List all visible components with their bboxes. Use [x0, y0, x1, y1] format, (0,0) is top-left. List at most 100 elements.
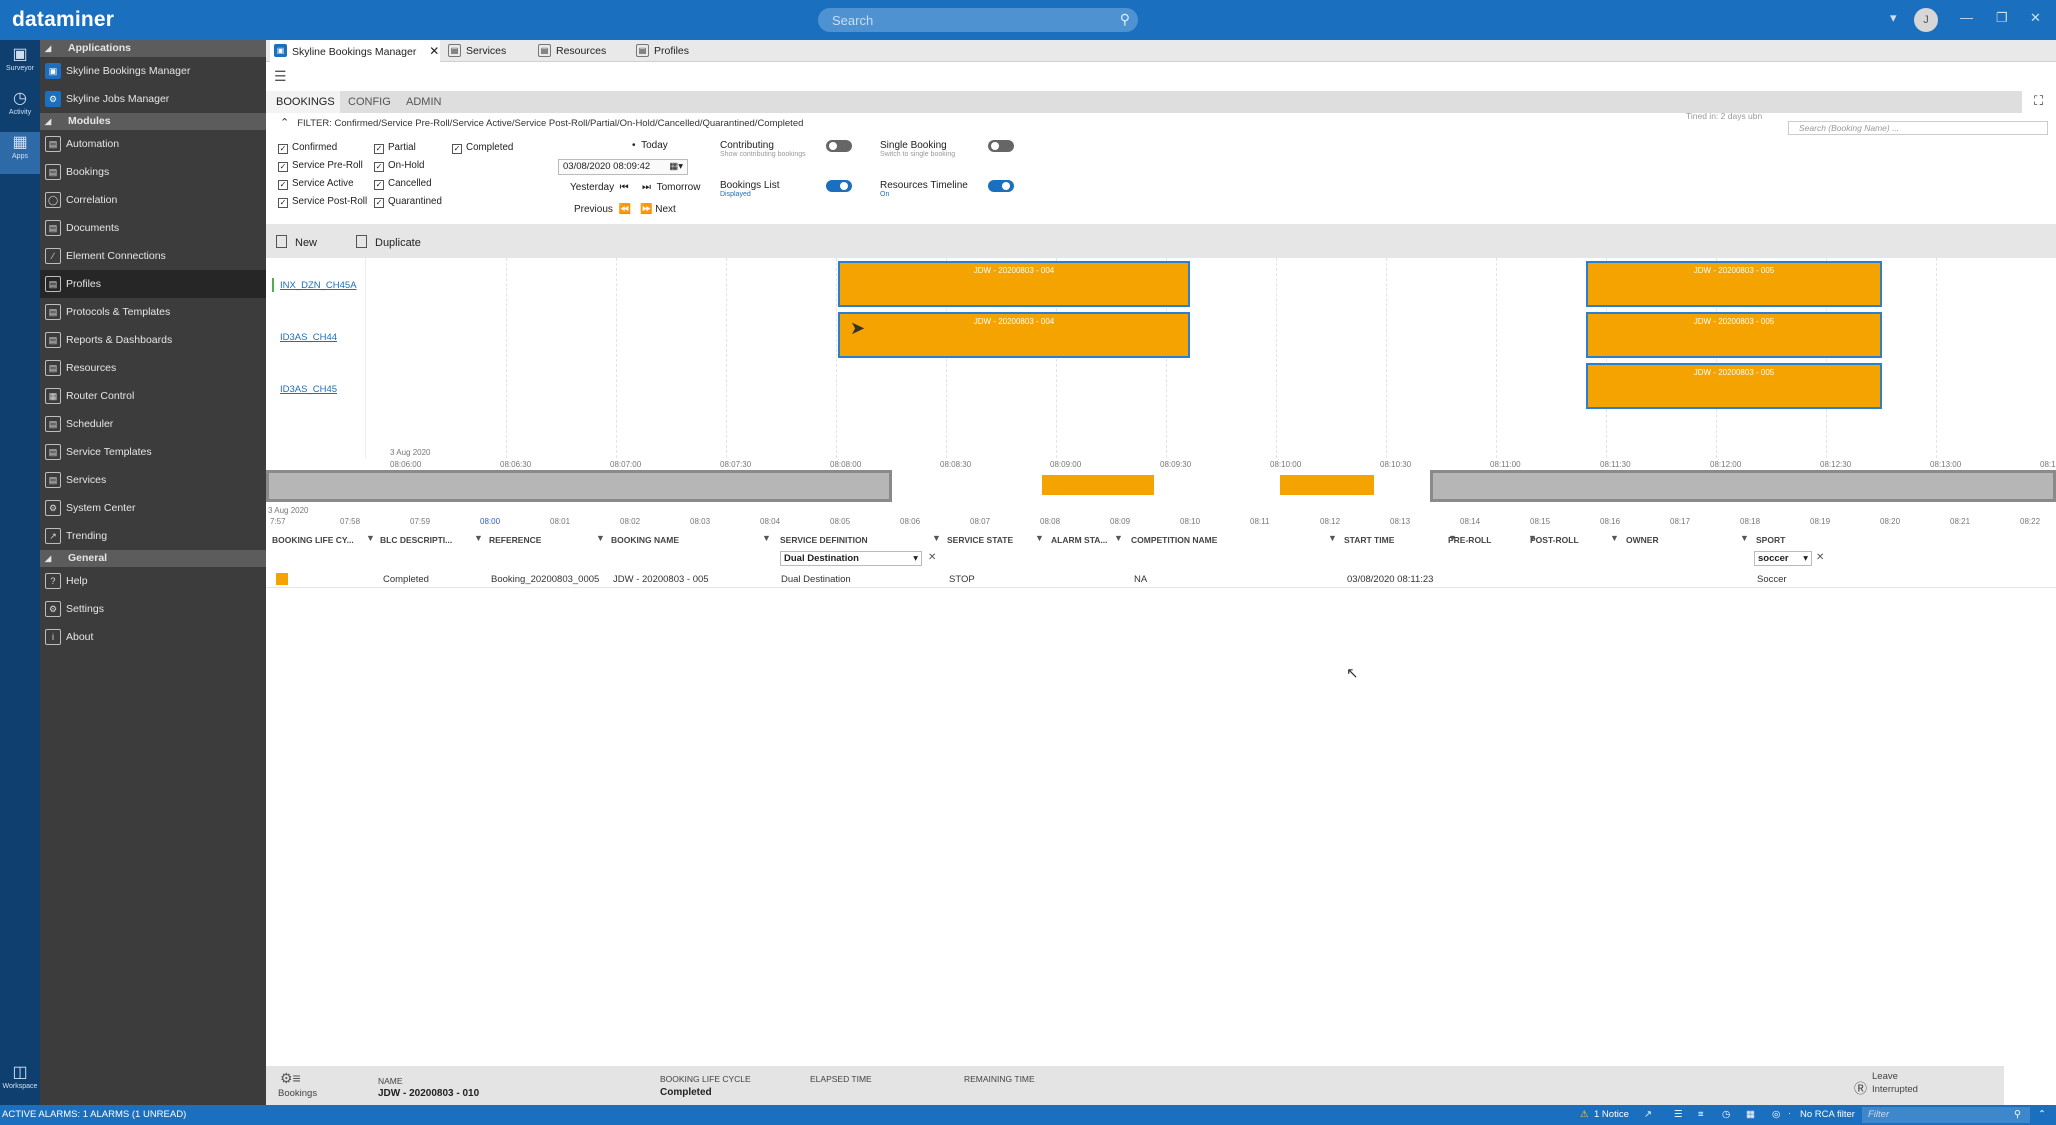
- overview-range-right[interactable]: [1430, 470, 2056, 502]
- next-button[interactable]: ⏩ Next: [640, 204, 676, 215]
- rca-filter-text[interactable]: No RCA filter: [1800, 1109, 1855, 1120]
- column-filter-icon[interactable]: ▼: [1114, 533, 1123, 543]
- surveyor-button[interactable]: ▣ Surveyor: [0, 44, 40, 86]
- column-header[interactable]: START TIME: [1344, 535, 1394, 545]
- list-icon[interactable]: ☰: [1674, 1109, 1683, 1120]
- nav-item-service-templates[interactable]: ▤ Service Templates: [40, 438, 266, 466]
- tab-profiles[interactable]: ▤ Profiles: [632, 40, 712, 62]
- column-filter-icon[interactable]: ▼: [1610, 533, 1619, 543]
- column-header[interactable]: BLC DESCRIPTI...: [380, 535, 452, 545]
- applications-header[interactable]: ◢ Applications: [40, 40, 266, 57]
- clock-icon[interactable]: ◷: [1722, 1109, 1730, 1120]
- subtab-bookings[interactable]: BOOKINGS: [276, 96, 335, 108]
- status-filter-input[interactable]: Filter: [1862, 1107, 2030, 1123]
- booking-block[interactable]: JDW - 20200803 - 005: [1586, 261, 1882, 307]
- hamburger-menu-icon[interactable]: ☰: [274, 68, 287, 85]
- column-header[interactable]: REFERENCE: [489, 535, 541, 545]
- clear-filter-icon[interactable]: ✕: [928, 552, 936, 563]
- nav-item-profiles[interactable]: ▤ Profiles: [40, 270, 266, 298]
- column-filter-icon[interactable]: ▼: [1740, 533, 1749, 543]
- sort-icon[interactable]: ≡: [1698, 1109, 1704, 1120]
- nav-item-skyline-jobs-manager[interactable]: ⚙ Skyline Jobs Manager: [40, 85, 266, 113]
- column-filter-icon[interactable]: ▼: [474, 533, 483, 543]
- duplicate-button[interactable]: Duplicate: [356, 235, 421, 249]
- search-icon[interactable]: ⚲: [1120, 11, 1130, 28]
- column-filter-icon[interactable]: ▼: [1328, 533, 1337, 543]
- single-booking-toggle[interactable]: [988, 140, 1014, 152]
- booking-name-search-input[interactable]: Search (Booking Name) ...: [1788, 121, 2048, 135]
- checkbox-service-post-roll[interactable]: ✓ Service Post-Roll: [278, 196, 367, 208]
- checkbox-service-active[interactable]: ✓ Service Active: [278, 178, 354, 190]
- column-filter-icon[interactable]: ▼: [1448, 533, 1457, 543]
- clear-filter-icon[interactable]: ✕: [1816, 552, 1824, 563]
- collapse-caret-icon[interactable]: ⌃: [280, 116, 289, 129]
- subtab-admin[interactable]: ADMIN: [406, 96, 441, 108]
- nav-item-reports-dashboards[interactable]: ▤ Reports & Dashboards: [40, 326, 266, 354]
- nav-item-scheduler[interactable]: ▤ Scheduler: [40, 410, 266, 438]
- general-header[interactable]: ◢ General: [40, 550, 266, 567]
- nav-item-settings[interactable]: ⚙ Settings: [40, 595, 266, 623]
- filter-summary[interactable]: ⌃ FILTER: Confirmed/Service Pre-Roll/Serv…: [280, 116, 803, 129]
- layout-icon[interactable]: ▦: [1746, 1109, 1755, 1120]
- alarm-bell-icon[interactable]: ▾: [1890, 10, 1897, 26]
- date-picker-input[interactable]: 03/08/2020 08:09:42 ▦▾: [558, 159, 688, 175]
- nav-item-system-center[interactable]: ⚙ System Center: [40, 494, 266, 522]
- new-button[interactable]: New: [276, 235, 317, 249]
- resource-label[interactable]: INX_DZN_CH45A: [280, 280, 357, 291]
- previous-button[interactable]: Previous ⏪: [574, 204, 631, 215]
- activity-button[interactable]: ◷ Activity: [0, 88, 40, 130]
- booking-block[interactable]: JDW - 20200803 - 004: [838, 261, 1190, 307]
- nav-item-documents[interactable]: ▤ Documents: [40, 214, 266, 242]
- column-filter-icon[interactable]: ▼: [366, 533, 375, 543]
- booking-block[interactable]: JDW - 20200803 - 004: [838, 312, 1190, 358]
- target-icon[interactable]: ◎: [1772, 1109, 1780, 1120]
- workspace-button[interactable]: ◫ Workspace: [0, 1062, 40, 1104]
- minimize-icon[interactable]: —: [1960, 10, 1973, 25]
- column-filter-icon[interactable]: ▼: [1035, 533, 1044, 543]
- nav-item-services[interactable]: ▤ Services: [40, 466, 266, 494]
- resource-label[interactable]: ID3AS_CH45: [280, 384, 337, 395]
- resources-timeline[interactable]: INX_DZN_CH45A ID3AS_CH44 ID3AS_CH45 JDW …: [266, 258, 2056, 470]
- today-button[interactable]: • Today: [632, 140, 668, 151]
- tab-skyline-bookings-manager[interactable]: ▣ Skyline Bookings Manager ✕: [270, 40, 440, 62]
- booking-block[interactable]: JDW - 20200803 - 005: [1586, 312, 1882, 358]
- resource-label[interactable]: ID3AS_CH44: [280, 332, 337, 343]
- nav-item-resources[interactable]: ▤ Resources: [40, 354, 266, 382]
- nav-item-element-connections[interactable]: ∕ Element Connections: [40, 242, 266, 270]
- overview-range-left[interactable]: [266, 470, 892, 502]
- filter-search-icon[interactable]: ⚲: [2014, 1109, 2021, 1120]
- chevron-up-icon[interactable]: ⌃: [2038, 1109, 2046, 1120]
- resources-timeline-toggle[interactable]: [988, 180, 1014, 192]
- notice-text[interactable]: 1 Notice: [1594, 1109, 1629, 1120]
- nav-item-help[interactable]: ? Help: [40, 567, 266, 595]
- column-filter-icon[interactable]: ▼: [932, 533, 941, 543]
- nav-item-router-control[interactable]: ▦ Router Control: [40, 382, 266, 410]
- nav-item-automation[interactable]: ▤ Automation: [40, 130, 266, 158]
- column-header[interactable]: OWNER: [1626, 535, 1659, 545]
- restore-icon[interactable]: ❐: [1996, 10, 2008, 26]
- calendar-dropdown-icon[interactable]: ▦▾: [669, 160, 683, 174]
- nav-item-protocols-templates[interactable]: ▤ Protocols & Templates: [40, 298, 266, 326]
- checkbox-quarantined[interactable]: ✓ Quarantined: [374, 196, 442, 208]
- contributing-toggle[interactable]: [826, 140, 852, 152]
- column-header[interactable]: SERVICE STATE: [947, 535, 1013, 545]
- leave-button-line1[interactable]: Leave: [1872, 1071, 1898, 1082]
- nav-item-trending[interactable]: ↗ Trending: [40, 522, 266, 550]
- column-header[interactable]: SERVICE DEFINITION: [780, 535, 868, 545]
- booking-block[interactable]: JDW - 20200803 - 005: [1586, 363, 1882, 409]
- bookings-list-toggle[interactable]: [826, 180, 852, 192]
- column-header[interactable]: BOOKING NAME: [611, 535, 679, 545]
- search-box[interactable]: Search ⚲: [818, 8, 1138, 32]
- checkbox-partial[interactable]: ✓ Partial: [374, 142, 416, 154]
- nav-item-correlation[interactable]: ◯ Correlation: [40, 186, 266, 214]
- column-header[interactable]: SPORT: [1756, 535, 1785, 545]
- checkbox-on-hold[interactable]: ✓ On-Hold: [374, 160, 424, 172]
- timeline-overview[interactable]: [266, 470, 2056, 502]
- column-filter-icon[interactable]: ▼: [596, 533, 605, 543]
- checkbox-completed[interactable]: ✓ Completed: [452, 142, 513, 154]
- column-header[interactable]: ALARM STA...: [1051, 535, 1108, 545]
- nav-item-bookings[interactable]: ▤ Bookings: [40, 158, 266, 186]
- yesterday-button[interactable]: Yesterday ⏮: [570, 182, 629, 193]
- fullscreen-icon[interactable]: ⛶: [2034, 93, 2043, 109]
- service-definition-filter-select[interactable]: Dual Destination ▾: [780, 551, 922, 566]
